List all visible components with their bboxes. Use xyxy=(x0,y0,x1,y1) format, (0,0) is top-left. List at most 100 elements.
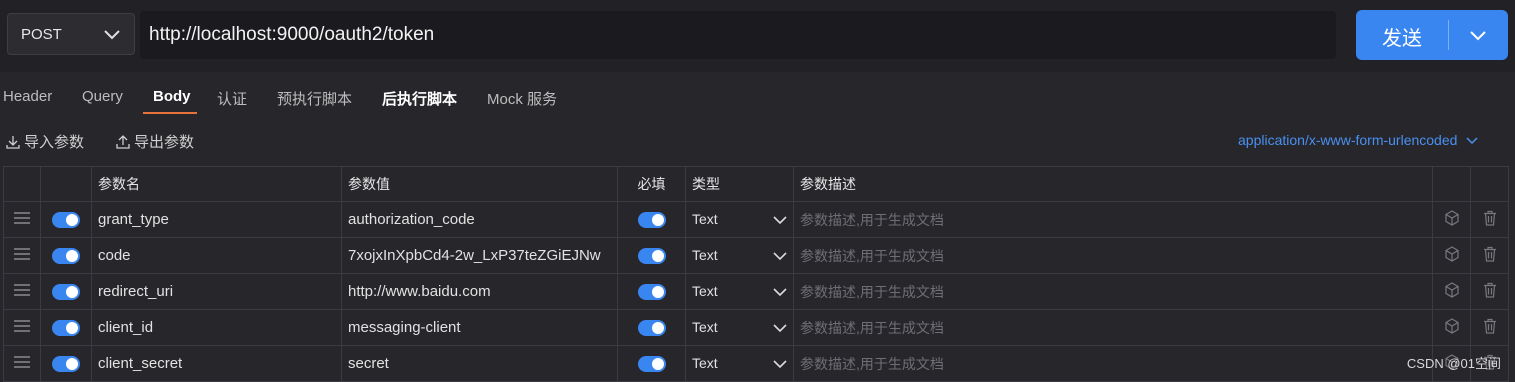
cube-icon[interactable] xyxy=(1444,209,1460,226)
enabled-toggle[interactable] xyxy=(52,284,80,301)
type-label: Text xyxy=(692,247,718,263)
table-row: grant_type authorization_code Text 参数描述,用于生… xyxy=(3,201,1509,238)
active-tab-indicator xyxy=(143,112,197,114)
header-extra xyxy=(1432,166,1471,202)
trash-icon[interactable] xyxy=(1482,282,1498,298)
tab-post-script[interactable]: 后执行脚本 xyxy=(382,88,457,109)
export-params-button[interactable]: 导出参数 xyxy=(115,131,194,152)
table-row: code 7xojxInXpbCd4-2w_LxP37teZGiEJNw Text 参… xyxy=(3,237,1509,274)
import-params-button[interactable]: 导入参数 xyxy=(5,131,84,152)
extra-cell[interactable] xyxy=(1432,273,1471,310)
type-select[interactable]: Text xyxy=(685,309,794,346)
param-name[interactable]: code xyxy=(91,237,342,274)
param-value[interactable]: 7xojxInXpbCd4-2w_LxP37teZGiEJNw xyxy=(341,237,618,274)
method-select[interactable]: POST xyxy=(7,13,135,55)
send-button[interactable]: 发送 xyxy=(1356,10,1508,60)
param-name[interactable]: redirect_uri xyxy=(91,273,342,310)
extra-cell[interactable] xyxy=(1432,201,1471,238)
drag-handle-icon[interactable] xyxy=(13,211,31,225)
trash-icon[interactable] xyxy=(1482,318,1498,334)
drag-cell[interactable] xyxy=(3,309,41,346)
upload-icon xyxy=(116,134,130,149)
required-toggle[interactable] xyxy=(637,356,666,373)
header-required: 必填 xyxy=(617,166,686,202)
header-enabled xyxy=(40,166,92,202)
delete-cell[interactable] xyxy=(1470,273,1509,310)
chevron-down-icon xyxy=(773,216,787,225)
drag-handle-icon[interactable] xyxy=(13,283,31,297)
tab-pre-script[interactable]: 预执行脚本 xyxy=(277,88,352,109)
required-cell[interactable] xyxy=(617,237,686,274)
type-select[interactable]: Text xyxy=(685,273,794,310)
trash-icon[interactable] xyxy=(1482,246,1498,262)
desc-input[interactable]: 参数描述,用于生成文档 xyxy=(793,345,1433,382)
desc-input[interactable]: 参数描述,用于生成文档 xyxy=(793,273,1433,310)
enabled-toggle[interactable] xyxy=(52,248,80,265)
enabled-toggle[interactable] xyxy=(52,320,80,337)
drag-handle-icon[interactable] xyxy=(13,355,31,369)
type-select[interactable]: Text xyxy=(685,345,794,382)
type-label: Text xyxy=(692,283,718,299)
param-value[interactable]: secret xyxy=(341,345,618,382)
drag-handle-icon[interactable] xyxy=(13,319,31,333)
tab-auth[interactable]: 认证 xyxy=(217,88,247,109)
param-name[interactable]: client_secret xyxy=(91,345,342,382)
param-value[interactable]: messaging-client xyxy=(341,309,618,346)
drag-cell[interactable] xyxy=(3,237,41,274)
required-toggle[interactable] xyxy=(637,320,666,337)
table-row: redirect_uri http://www.baidu.com Text 参数描述… xyxy=(3,273,1509,310)
table-row: client_id messaging-client Text 参数描述,用于生成文档 xyxy=(3,309,1509,346)
drag-cell[interactable] xyxy=(3,345,41,382)
url-text: http://localhost:9000/oauth2/token xyxy=(149,24,435,45)
chevron-down-icon[interactable] xyxy=(1468,25,1488,45)
tab-query[interactable]: Query xyxy=(82,88,123,105)
param-name[interactable]: client_id xyxy=(91,309,342,346)
cube-icon[interactable] xyxy=(1444,281,1460,298)
tab-header[interactable]: Header xyxy=(3,88,52,105)
required-toggle[interactable] xyxy=(637,284,666,301)
tab-mock[interactable]: Mock 服务 xyxy=(487,88,557,109)
type-select[interactable]: Text xyxy=(685,201,794,238)
cube-icon[interactable] xyxy=(1444,317,1460,334)
required-cell[interactable] xyxy=(617,201,686,238)
header-delete xyxy=(1470,166,1509,202)
type-label: Text xyxy=(692,355,718,371)
delete-cell[interactable] xyxy=(1470,201,1509,238)
desc-input[interactable]: 参数描述,用于生成文档 xyxy=(793,237,1433,274)
type-label: Text xyxy=(692,211,718,227)
header-type: 类型 xyxy=(685,166,794,202)
required-toggle[interactable] xyxy=(637,248,666,265)
desc-input[interactable]: 参数描述,用于生成文档 xyxy=(793,309,1433,346)
trash-icon[interactable] xyxy=(1482,210,1498,226)
required-toggle[interactable] xyxy=(637,212,666,229)
drag-cell[interactable] xyxy=(3,201,41,238)
content-type-select[interactable]: application/x-www-form-urlencoded xyxy=(1238,132,1479,148)
enabled-cell[interactable] xyxy=(40,201,92,238)
enabled-cell[interactable] xyxy=(40,237,92,274)
drag-handle-icon[interactable] xyxy=(13,247,31,261)
enabled-toggle[interactable] xyxy=(52,356,80,373)
required-cell[interactable] xyxy=(617,345,686,382)
chevron-down-icon xyxy=(773,288,787,297)
enabled-cell[interactable] xyxy=(40,345,92,382)
param-value[interactable]: http://www.baidu.com xyxy=(341,273,618,310)
enabled-cell[interactable] xyxy=(40,309,92,346)
tab-body[interactable]: Body xyxy=(153,88,191,105)
download-icon xyxy=(6,135,20,149)
extra-cell[interactable] xyxy=(1432,237,1471,274)
drag-cell[interactable] xyxy=(3,273,41,310)
table-header-row: 参数名 参数值 必填 类型 参数描述 xyxy=(3,166,1509,202)
url-input[interactable]: http://localhost:9000/oauth2/token xyxy=(140,11,1336,59)
enabled-toggle[interactable] xyxy=(52,212,80,229)
required-cell[interactable] xyxy=(617,309,686,346)
extra-cell[interactable] xyxy=(1432,309,1471,346)
type-select[interactable]: Text xyxy=(685,237,794,274)
cube-icon[interactable] xyxy=(1444,245,1460,262)
delete-cell[interactable] xyxy=(1470,309,1509,346)
delete-cell[interactable] xyxy=(1470,237,1509,274)
param-value[interactable]: authorization_code xyxy=(341,201,618,238)
enabled-cell[interactable] xyxy=(40,273,92,310)
required-cell[interactable] xyxy=(617,273,686,310)
desc-input[interactable]: 参数描述,用于生成文档 xyxy=(793,201,1433,238)
param-name[interactable]: grant_type xyxy=(91,201,342,238)
